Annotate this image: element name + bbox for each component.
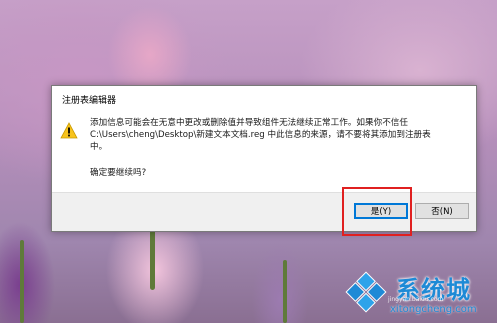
dialog-title: 注册表编辑器 [62, 95, 117, 106]
confirm-question: 确定要继续吗? [90, 168, 147, 178]
warning-icon [60, 122, 78, 139]
dialog-button-bar: 是(Y) 否(N) [52, 192, 476, 231]
dialog-content: 添加信息可能会在无意中更改或删除值并导致组件无法继续正常工作。如果你不信任 C:… [52, 112, 476, 192]
dialog-titlebar: 注册表编辑器 [52, 86, 476, 112]
registry-editor-dialog: 注册表编辑器 添加信息可能会在无意中更改或删除值并导致组件无法继续正常工作。如果… [51, 85, 477, 232]
watermark: 系统城 jingyan.baidu.com xitongcheng.com [342, 262, 497, 323]
watermark-url: xitongcheng.com [390, 304, 477, 315]
no-button[interactable]: 否(N) [415, 203, 469, 219]
red-highlight-box [342, 187, 412, 236]
flower-stem [283, 260, 287, 323]
windows-logo-icon [345, 271, 387, 313]
dialog-message: 添加信息可能会在无意中更改或删除值并导致组件无法继续正常工作。如果你不信任 C:… [90, 117, 470, 179]
message-line: 添加信息可能会在无意中更改或删除值并导致组件无法继续正常工作。如果你不信任 [90, 118, 408, 128]
message-line: 中。 [90, 142, 108, 152]
watermark-faint-text: jingyan.baidu.com [388, 296, 444, 303]
message-line: C:\Users\cheng\Desktop\新建文本文档.reg 中此信息的来… [90, 130, 431, 140]
flower-stem [20, 240, 24, 323]
